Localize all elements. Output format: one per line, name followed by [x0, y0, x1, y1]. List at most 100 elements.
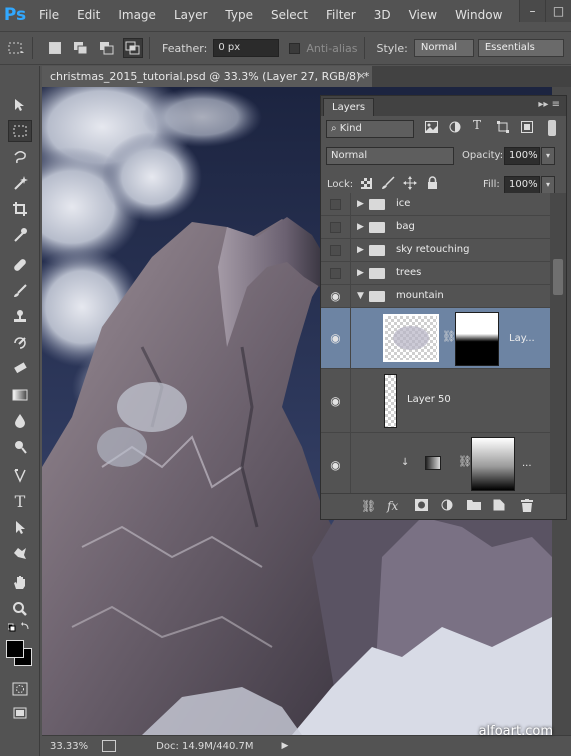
disclosure-triangle-icon[interactable]: ▶ [357, 268, 364, 278]
brush-tool-icon[interactable] [8, 280, 32, 302]
pixel-filter-icon[interactable] [425, 121, 438, 136]
history-brush-tool-icon[interactable] [8, 332, 32, 354]
menu-file[interactable]: File [30, 8, 68, 22]
adjustment-filter-icon[interactable] [449, 121, 461, 136]
zoom-level[interactable]: 33.33% [50, 741, 88, 752]
disclosure-triangle-expanded-icon[interactable]: ▼ [357, 291, 364, 301]
eye-icon[interactable]: ◉ [330, 458, 340, 472]
blend-mode-select[interactable]: Normal [326, 147, 454, 165]
subtract-from-selection-icon[interactable] [97, 38, 117, 58]
layers-scrollbar[interactable] [550, 193, 566, 493]
link-layers-icon[interactable]: ⛓ [361, 499, 376, 513]
mask-link-icon[interactable]: ⛓ [458, 455, 472, 468]
visibility-toggle[interactable] [330, 221, 341, 233]
layer-selected[interactable]: ◉ ⛓ Lay... [321, 308, 550, 369]
delete-layer-icon[interactable] [521, 499, 533, 515]
zoom-tool-icon[interactable] [8, 598, 32, 620]
eraser-tool-icon[interactable] [8, 358, 32, 380]
add-to-selection-icon[interactable] [71, 38, 91, 58]
document-tab[interactable]: christmas_2015_tutorial.psd @ 33.3% (Lay… [42, 66, 372, 87]
layer-group-trees[interactable]: ▶ trees [321, 262, 550, 285]
pen-tool-icon[interactable] [8, 464, 32, 486]
type-tool-icon[interactable]: T [8, 490, 32, 512]
new-adjustment-layer-icon[interactable] [441, 499, 453, 514]
disclosure-triangle-icon[interactable]: ▶ [357, 222, 364, 232]
menu-filter[interactable]: Filter [317, 8, 365, 22]
lock-image-pixels-icon[interactable] [381, 176, 395, 193]
lasso-tool-icon[interactable] [8, 146, 32, 168]
move-tool-icon[interactable] [8, 94, 32, 116]
visibility-toggle[interactable] [330, 267, 341, 279]
lock-transparent-pixels-icon[interactable] [361, 178, 372, 192]
antialias-checkbox[interactable] [289, 42, 301, 54]
share-icon[interactable] [102, 740, 117, 752]
layer-style-icon[interactable]: fx [387, 499, 398, 513]
menu-type[interactable]: Type [216, 8, 262, 22]
eye-icon[interactable]: ◉ [330, 394, 340, 408]
add-mask-icon[interactable] [415, 499, 428, 514]
layer-group-sky-retouching[interactable]: ▶ sky retouching [321, 239, 550, 262]
screen-mode-icon[interactable] [8, 702, 32, 724]
custom-shape-tool-icon[interactable] [8, 542, 32, 564]
dodge-tool-icon[interactable] [8, 436, 32, 458]
menu-edit[interactable]: Edit [68, 8, 109, 22]
new-group-icon[interactable] [467, 499, 481, 513]
layer-group-bag[interactable]: ▶ bag [321, 216, 550, 239]
lock-all-icon[interactable] [427, 176, 438, 192]
path-selection-tool-icon[interactable] [8, 516, 32, 538]
clone-stamp-tool-icon[interactable] [8, 306, 32, 328]
layer-thumbnail[interactable] [383, 314, 439, 362]
default-colors-icon[interactable] [8, 622, 32, 634]
filter-kind-select[interactable]: ⌕ Kind [326, 120, 414, 138]
menu-3d[interactable]: 3D [365, 8, 400, 22]
gradient-tool-icon[interactable] [8, 384, 32, 406]
menu-select[interactable]: Select [262, 8, 317, 22]
rectangular-marquee-tool-icon[interactable] [8, 120, 32, 142]
healing-brush-tool-icon[interactable] [8, 254, 32, 276]
layers-tab[interactable]: Layers [323, 98, 375, 116]
visibility-toggle[interactable] [330, 198, 341, 210]
style-select[interactable]: Normal [413, 39, 474, 57]
magic-wand-tool-icon[interactable] [8, 172, 32, 194]
fill-dropdown-icon[interactable]: ▾ [541, 176, 555, 194]
close-tab-icon[interactable]: × [357, 69, 366, 82]
layer-group-ice[interactable]: ▶ ice [321, 193, 550, 216]
workspace-select[interactable]: Essentials [477, 39, 564, 57]
menu-window[interactable]: Window [446, 8, 511, 22]
minimize-button[interactable]: – [519, 0, 545, 22]
type-filter-icon[interactable]: T [473, 118, 481, 132]
status-menu-arrow-icon[interactable]: ▶ [282, 741, 289, 751]
lock-position-icon[interactable] [403, 176, 417, 193]
layer-mask-thumbnail[interactable] [471, 437, 515, 491]
eyedropper-tool-icon[interactable] [8, 224, 32, 246]
layer-group-mountain[interactable]: ◉ ▼ mountain [321, 285, 550, 308]
layer-thumbnail[interactable] [384, 374, 397, 428]
intersect-selection-icon[interactable] [123, 38, 143, 58]
disclosure-triangle-icon[interactable]: ▶ [357, 245, 364, 255]
filter-toggle[interactable] [548, 120, 556, 136]
panel-menu-icon[interactable]: ▸▸ ≡ [538, 99, 560, 110]
fill-input[interactable]: 100% [504, 176, 540, 194]
disclosure-triangle-icon[interactable]: ▶ [357, 199, 364, 209]
foreground-color-swatch[interactable] [6, 640, 24, 658]
smart-object-filter-icon[interactable] [521, 121, 533, 136]
opacity-input[interactable]: 100% [504, 147, 540, 165]
visibility-toggle[interactable] [330, 244, 341, 256]
new-selection-icon[interactable] [45, 38, 65, 58]
color-swatches[interactable] [6, 640, 34, 668]
quick-mask-icon[interactable] [8, 678, 32, 700]
gradient-adjustment-icon[interactable] [425, 456, 441, 470]
layer-50[interactable]: ◉ Layer 50 [321, 369, 550, 433]
crop-tool-icon[interactable] [8, 198, 32, 220]
opacity-dropdown-icon[interactable]: ▾ [541, 147, 555, 165]
eye-icon[interactable]: ◉ [330, 289, 340, 303]
menu-view[interactable]: View [400, 8, 446, 22]
marquee-preset-icon[interactable] [6, 38, 26, 58]
layer-clipped-adjustment[interactable]: ◉ ↓ ⛓ ... [321, 433, 550, 493]
eye-icon[interactable]: ◉ [330, 331, 340, 345]
layers-scrollbar-thumb[interactable] [553, 259, 563, 295]
layer-mask-thumbnail[interactable] [455, 312, 499, 366]
new-layer-icon[interactable] [493, 499, 505, 514]
menu-layer[interactable]: Layer [165, 8, 216, 22]
maximize-button[interactable]: □ [545, 0, 571, 22]
